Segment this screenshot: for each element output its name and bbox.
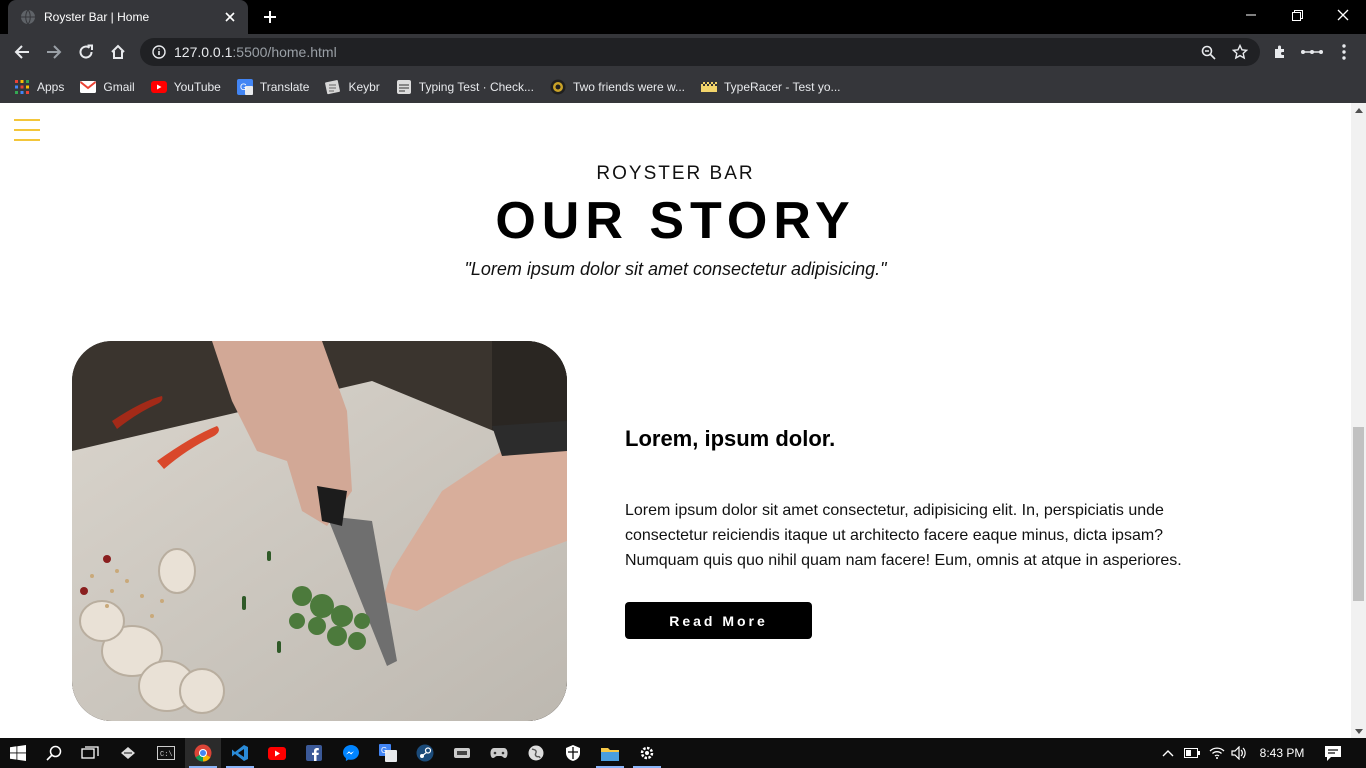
security-shield-icon[interactable]	[555, 738, 591, 768]
facebook-icon[interactable]	[296, 738, 332, 768]
bookmark-translate[interactable]: G Translate	[236, 78, 310, 95]
typeracer-icon	[701, 79, 718, 95]
back-button[interactable]	[8, 38, 36, 66]
svg-text:G: G	[240, 82, 247, 92]
hamburger-menu-icon[interactable]	[14, 119, 40, 141]
minimize-button[interactable]	[1228, 0, 1274, 30]
reload-button[interactable]	[72, 38, 100, 66]
forward-button[interactable]	[40, 38, 68, 66]
chrome-icon[interactable]	[185, 738, 221, 768]
chevron-up-icon[interactable]	[1158, 738, 1178, 768]
bookmark-apps[interactable]: Apps	[14, 79, 64, 95]
youtube-app-icon[interactable]	[259, 738, 295, 768]
address-bar[interactable]: 127.0.0.1:5500/home.html	[140, 38, 1260, 66]
notifications-icon[interactable]	[1318, 738, 1348, 768]
browser-tabstrip: Royster Bar | Home	[0, 0, 1366, 34]
url-host: 127.0.0.1	[174, 44, 233, 60]
bookmark-label: Translate	[259, 79, 310, 94]
world-globe-icon[interactable]	[518, 738, 554, 768]
page-viewport: ROYSTER BAR OUR STORY "Lorem ipsum dolor…	[0, 103, 1351, 738]
scrollbar-thumb[interactable]	[1353, 427, 1364, 601]
chef-cutting-vegetables-image	[72, 341, 567, 721]
info-icon[interactable]	[144, 38, 174, 66]
bookmark-label: YouTube	[173, 79, 221, 94]
home-icon	[111, 44, 125, 59]
bookmark-two-friends[interactable]: Two friends were w...	[550, 79, 685, 95]
game-controller-icon[interactable]	[444, 738, 480, 768]
typing-test-icon	[396, 79, 412, 95]
bookmarks-bar: Apps Gmail YouTube G Translate Keybr Typ…	[0, 70, 1366, 103]
keybr-icon	[325, 79, 341, 95]
story-body: Lorem ipsum dolor sit amet consectetur, …	[625, 502, 1182, 569]
gmail-icon	[80, 79, 97, 95]
browser-tab[interactable]: Royster Bar | Home	[8, 0, 248, 34]
section-eyebrow: ROYSTER BAR	[596, 163, 755, 184]
extensions-icon[interactable]	[1266, 38, 1294, 66]
bookmark-gmail[interactable]: Gmail	[80, 79, 135, 95]
translate-icon: G	[236, 78, 253, 95]
scroll-up-icon[interactable]	[1351, 103, 1366, 117]
battery-icon[interactable]	[1182, 738, 1202, 768]
wifi-icon[interactable]	[1207, 738, 1227, 768]
page-scrollbar[interactable]	[1351, 103, 1366, 738]
apps-grid-icon	[14, 79, 30, 95]
reload-icon	[79, 44, 93, 59]
settings-gear-icon[interactable]	[629, 738, 665, 768]
file-explorer-icon[interactable]	[592, 738, 628, 768]
tab-title: Royster Bar | Home	[44, 10, 150, 24]
messenger-icon[interactable]	[333, 738, 369, 768]
section-headline: OUR STORY	[495, 192, 856, 250]
bookmark-label: TypeRacer - Test yo...	[724, 79, 841, 94]
steam-icon[interactable]	[407, 738, 443, 768]
bookmark-label: Apps	[37, 79, 65, 94]
bookmark-youtube[interactable]: YouTube	[150, 79, 221, 95]
new-tab-button[interactable]	[258, 6, 282, 28]
globe-icon	[20, 9, 36, 25]
bookmark-label: Gmail	[103, 79, 135, 94]
two-friends-icon	[550, 79, 566, 95]
bookmark-keybr[interactable]: Keybr	[325, 79, 380, 95]
vscode-icon[interactable]	[222, 738, 258, 768]
arrow-right-icon	[47, 45, 62, 59]
windows-taskbar: C:\ G 8:43 PM	[0, 738, 1366, 768]
star-icon[interactable]	[1226, 38, 1254, 66]
translator-icon[interactable]: G	[370, 738, 406, 768]
scroll-down-icon[interactable]	[1351, 724, 1366, 738]
hamburger-bar	[14, 119, 40, 121]
svg-text:G: G	[381, 746, 387, 755]
url-path: :5500/home.html	[232, 44, 337, 60]
windows-start-icon[interactable]	[0, 738, 36, 768]
menu-kebab-icon[interactable]	[1330, 38, 1358, 66]
close-tab-icon[interactable]	[222, 9, 238, 25]
taskbar-clock[interactable]: 8:43 PM	[1254, 738, 1310, 768]
hamburger-bar	[14, 129, 40, 131]
story-title: Lorem, ipsum dolor.	[625, 426, 836, 451]
youtube-icon	[150, 79, 167, 95]
bookmark-label: Keybr	[348, 79, 380, 94]
search-icon[interactable]	[36, 738, 72, 768]
ink-workspace-icon[interactable]	[110, 738, 146, 768]
bookmark-typeracer[interactable]: TypeRacer - Test yo...	[701, 79, 841, 95]
close-window-button[interactable]	[1320, 0, 1366, 30]
arrow-left-icon	[14, 45, 29, 59]
hamburger-bar	[14, 139, 40, 141]
read-more-button[interactable]: Read More	[625, 602, 812, 639]
bookmark-label: Typing Test · Check...	[418, 79, 534, 94]
browser-toolbar: 127.0.0.1:5500/home.html	[0, 34, 1366, 70]
bookmark-typing-test[interactable]: Typing Test · Check...	[396, 79, 534, 95]
task-view-icon[interactable]	[72, 738, 108, 768]
bookmark-label: Two friends were w...	[572, 79, 686, 94]
home-button[interactable]	[104, 38, 132, 66]
restore-button[interactable]	[1274, 0, 1320, 30]
terminal-icon[interactable]: C:\	[148, 738, 184, 768]
extension-dots-icon[interactable]	[1298, 38, 1326, 66]
volume-icon[interactable]	[1229, 738, 1249, 768]
gamepad-icon[interactable]	[481, 738, 517, 768]
svg-text:C:\: C:\	[160, 751, 173, 759]
url-text: 127.0.0.1:5500/home.html	[174, 44, 337, 60]
section-quote: "Lorem ipsum dolor sit amet consectetur …	[464, 259, 887, 279]
zoom-icon[interactable]	[1194, 38, 1222, 66]
